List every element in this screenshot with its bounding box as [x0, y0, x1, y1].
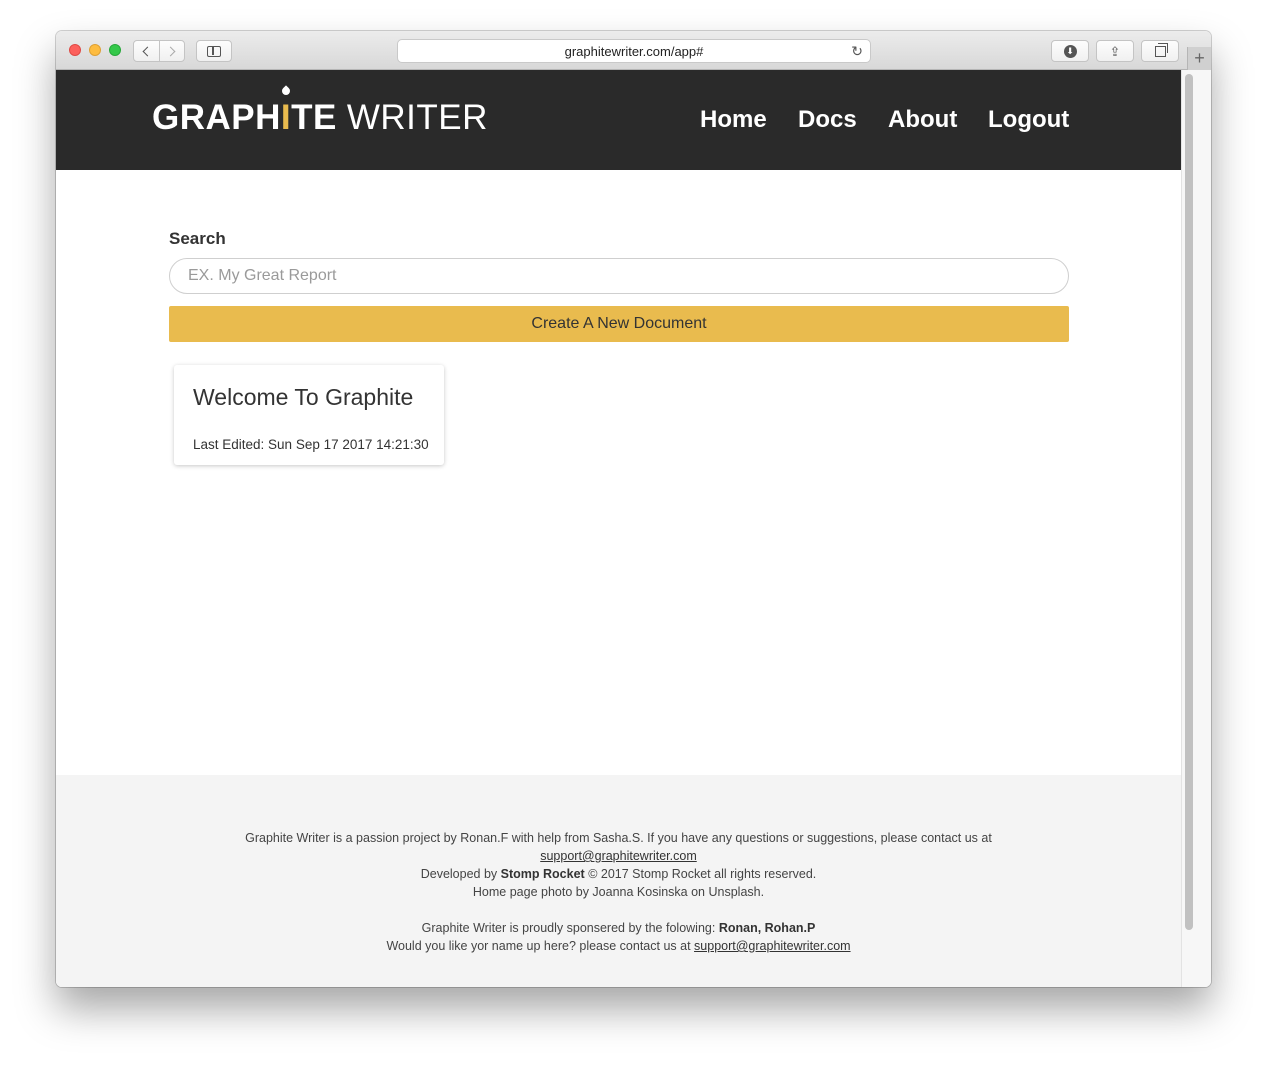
footer-line-developed: Developed by Stomp Rocket © 2017 Stomp R…: [420, 867, 817, 881]
logo-text-bold: GRAPH ITE: [152, 85, 337, 137]
document-card[interactable]: Welcome To Graphite Last Edited: Sun Sep…: [174, 365, 444, 465]
footer-contact-email-link[interactable]: support@graphitewriter.com: [694, 939, 851, 953]
sidebar-toggle-button[interactable]: [196, 40, 232, 62]
share-button[interactable]: ⇪: [1096, 40, 1134, 62]
search-label: Search: [169, 229, 226, 248]
sidebar-icon: [207, 45, 221, 57]
nav-docs-link[interactable]: Docs: [798, 106, 857, 134]
show-tabs-button[interactable]: [1141, 40, 1179, 62]
footer-line-contact: Would you like yor name up here? please …: [386, 939, 851, 953]
nav-home-link[interactable]: Home: [700, 106, 767, 134]
pencil-tip-icon: [280, 85, 292, 97]
minimize-window-button[interactable]: [89, 44, 101, 56]
footer-line-credits: Graphite Writer is a passion project by …: [245, 831, 992, 845]
chevron-right-icon: [165, 46, 176, 56]
tabs-icon: [1154, 42, 1168, 57]
download-icon: ⬇: [1063, 44, 1077, 58]
new-tab-button[interactable]: +: [1187, 47, 1211, 70]
document-last-edited: Last Edited: Sun Sep 17 2017 14:21:30: [193, 437, 429, 452]
footer-developer-name: Stomp Rocket: [500, 867, 585, 881]
site-header: GRAPH ITE WRITER Home Docs About Logout: [56, 70, 1181, 170]
footer-line-photo-credit: Home page photo by Joanna Kosinska on Un…: [472, 885, 765, 899]
page-scrollbar[interactable]: [1181, 70, 1211, 987]
forward-button[interactable]: [158, 41, 184, 61]
footer-support-email-link[interactable]: support@graphitewriter.com: [540, 849, 697, 863]
footer-sponsor-names: Ronan, Rohan.P: [718, 921, 816, 935]
browser-toolbar: graphitewriter.com/app# ↻ ⬇ ⇪ +: [56, 31, 1211, 70]
downloads-button[interactable]: ⬇: [1051, 40, 1089, 62]
history-nav: [133, 40, 185, 62]
footer-text: Graphite Writer is a passion project by …: [56, 829, 1181, 955]
back-button[interactable]: [134, 41, 159, 61]
address-url: graphitewriter.com/app#: [564, 43, 704, 59]
browser-window: graphitewriter.com/app# ↻ ⬇ ⇪ + GRAPH ITE…: [56, 31, 1211, 987]
share-icon: ⇪: [1109, 43, 1121, 59]
nav-logout-link[interactable]: Logout: [988, 106, 1069, 134]
chevron-left-icon: [143, 46, 153, 56]
search-input[interactable]: [169, 258, 1069, 294]
site-footer: Graphite Writer is a passion project by …: [56, 775, 1181, 987]
logo-text-thin: WRITER: [346, 98, 488, 137]
document-title: Welcome To Graphite: [193, 384, 414, 410]
plus-icon: +: [1194, 48, 1205, 68]
address-bar[interactable]: graphitewriter.com/app# ↻: [397, 39, 871, 63]
footer-line-sponsors: Graphite Writer is proudly sponsered by …: [421, 921, 816, 935]
graphite-writer-logo[interactable]: GRAPH ITE WRITER: [152, 85, 488, 142]
reload-icon[interactable]: ↻: [851, 44, 863, 58]
page-viewport: GRAPH ITE WRITER Home Docs About Logout Se…: [56, 70, 1181, 987]
close-window-button[interactable]: [69, 44, 81, 56]
nav-about-link[interactable]: About: [888, 106, 957, 134]
zoom-window-button[interactable]: [109, 44, 121, 56]
create-new-document-button[interactable]: Create A New Document: [169, 306, 1069, 342]
scrollbar-thumb[interactable]: [1185, 74, 1193, 930]
logo-accent-letter: I: [280, 85, 292, 137]
